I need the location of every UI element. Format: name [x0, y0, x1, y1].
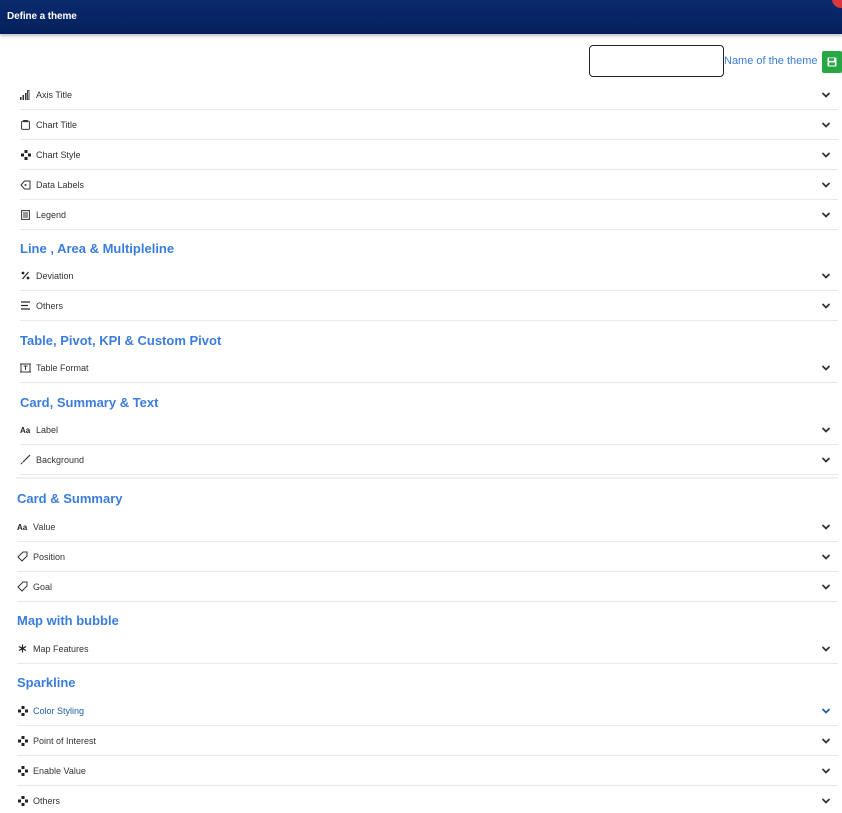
list-icon [20, 300, 31, 311]
accordion-label: Axis Title [36, 89, 73, 100]
style-icon [17, 735, 28, 746]
percent-icon [20, 270, 31, 281]
accordion-label: Chart Style [36, 149, 81, 160]
svg-text:Aa: Aa [17, 523, 28, 531]
chevron-down-icon [822, 646, 830, 652]
chevron-down-icon [822, 738, 830, 744]
accordion-label: Data Labels [36, 179, 85, 190]
accordion-data-labels[interactable]: Data Labels [20, 170, 838, 200]
chevron-down-icon [822, 457, 830, 463]
section-title-table: Table, Pivot, KPI & Custom Pivot [20, 333, 222, 348]
chevron-down-icon [822, 122, 830, 128]
chevron-down-icon [822, 768, 830, 774]
accordion-label: Chart Title [36, 119, 78, 130]
chevron-down-icon [822, 798, 830, 804]
accordion-label: Table Format [36, 362, 89, 373]
table-icon [20, 362, 31, 373]
accordion-label: Enable Value [33, 765, 86, 776]
accordion-line-others[interactable]: Others [20, 291, 838, 321]
accordion-label: Position [33, 551, 66, 562]
accordion-sparkline-others[interactable]: Others [17, 786, 838, 813]
section-title-card-text: Card, Summary & Text [20, 395, 159, 410]
tag-icon [17, 581, 28, 592]
chevron-down-icon [822, 152, 830, 158]
section-title-sparkline: Sparkline [17, 675, 76, 690]
svg-text:Aa: Aa [20, 426, 31, 434]
section-divider [16, 477, 838, 479]
accordion-label: Point of Interest [33, 735, 97, 746]
accordion-label: Others [33, 796, 61, 806]
style-icon [17, 765, 28, 776]
tag-icon [17, 551, 28, 562]
style-icon [20, 149, 31, 160]
accordion-deviation[interactable]: Deviation [20, 261, 838, 291]
chevron-down-icon [822, 427, 830, 433]
font-icon: Aa [20, 424, 31, 435]
accordion-label: Background [36, 454, 85, 465]
accordion-point-of-interest[interactable]: Point of Interest [17, 726, 838, 756]
accordion-axis-title[interactable]: Axis Title [20, 80, 838, 110]
chevron-down-icon [822, 524, 830, 530]
accordion-goal[interactable]: Goal [17, 572, 838, 602]
theme-name-label: Name of the theme [724, 55, 818, 67]
accordion-label: Legend [36, 209, 67, 220]
accordion-table-format[interactable]: Table Format [20, 353, 838, 383]
section-title-card-summary: Card & Summary [17, 491, 123, 506]
accordion-value[interactable]: Aa Value [17, 512, 838, 542]
chevron-down-icon [822, 365, 830, 371]
accordion-position[interactable]: Position [17, 542, 838, 572]
legend-icon [20, 209, 31, 220]
accordion-label: Label [36, 424, 59, 435]
window-titlebar: Define a theme [0, 0, 842, 34]
tag-icon [20, 179, 31, 190]
chevron-down-icon [822, 273, 830, 279]
chevron-down-icon [822, 554, 830, 560]
window-title: Define a theme [7, 11, 77, 22]
accordion-label: Goal [33, 581, 53, 592]
accordion-label: Others [36, 300, 64, 311]
accordion-label: Color Styling [33, 705, 85, 716]
save-button[interactable] [822, 51, 842, 73]
floppy-disk-icon [827, 57, 837, 67]
chart-title-icon [20, 119, 31, 130]
style-icon [17, 796, 28, 807]
accordion-chart-style[interactable]: Chart Style [20, 140, 838, 170]
section-title-map: Map with bubble [17, 613, 119, 628]
accordion-label-format[interactable]: Aa Label [20, 415, 838, 445]
chevron-down-icon [822, 708, 830, 714]
accordion-map-features[interactable]: Map Features [17, 634, 838, 664]
chevron-down-icon [822, 182, 830, 188]
chevron-down-icon [822, 303, 830, 309]
accordion-label: Value [33, 521, 56, 532]
accordion-chart-title[interactable]: Chart Title [20, 110, 838, 140]
section-title-line: Line , Area & Multipleline [20, 241, 175, 256]
accordion-enable-value[interactable]: Enable Value [17, 756, 838, 786]
asterisk-icon [17, 643, 28, 654]
accordion-background[interactable]: Background [20, 445, 838, 475]
close-icon[interactable] [832, 0, 842, 8]
accordion-label: Deviation [36, 270, 74, 281]
accordion-color-styling[interactable]: Color Styling [17, 696, 838, 726]
accordion-label: Map Features [33, 643, 89, 654]
chevron-down-icon [822, 212, 830, 218]
bar-chart-icon [20, 89, 31, 100]
brush-icon [20, 454, 31, 465]
chevron-down-icon [822, 92, 830, 98]
font-icon: Aa [17, 521, 28, 532]
accordion-legend[interactable]: Legend [20, 200, 838, 230]
style-icon [17, 705, 28, 716]
chevron-down-icon [822, 584, 830, 590]
theme-name-input[interactable] [589, 45, 724, 77]
